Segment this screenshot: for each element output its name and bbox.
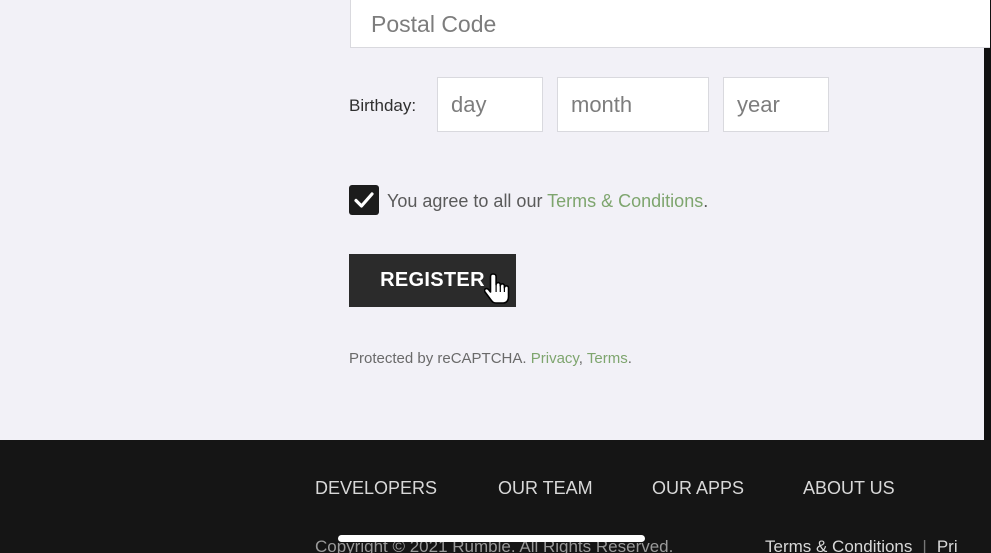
footer-link-about-us[interactable]: ABOUT US <box>803 478 895 499</box>
checkmark-icon <box>354 192 374 208</box>
footer-legal-links: Terms & Conditions | Pri <box>765 537 958 553</box>
footer-link-developers[interactable]: DEVELOPERS <box>315 478 437 499</box>
recaptcha-terms-link[interactable]: Terms <box>587 350 628 367</box>
registration-page: Birthday: You agree to all our Terms & C… <box>0 0 991 553</box>
footer-link-our-apps[interactable]: OUR APPS <box>652 478 744 499</box>
recaptcha-notice: Protected by reCAPTCHA. Privacy, Terms. <box>349 350 632 367</box>
birthday-day-input[interactable] <box>437 77 543 132</box>
home-indicator-bar[interactable] <box>338 535 645 542</box>
birthday-label: Birthday: <box>349 96 417 115</box>
terms-checkbox[interactable] <box>349 185 379 215</box>
footer-link-our-team[interactable]: OUR TEAM <box>498 478 593 499</box>
footer-separator: | <box>922 537 927 553</box>
birthday-year-input[interactable] <box>723 77 829 132</box>
recaptcha-text: Protected by reCAPTCHA. <box>349 350 531 367</box>
footer-terms-link[interactable]: Terms & Conditions <box>765 537 912 553</box>
terms-agreement-text: You agree to all our Terms & Conditions. <box>387 191 708 212</box>
postal-code-input[interactable] <box>350 0 990 48</box>
register-button[interactable]: REGISTER <box>349 254 516 307</box>
terms-agreement-suffix: . <box>703 191 709 211</box>
right-edge-strip <box>984 0 991 440</box>
footer-privacy-link[interactable]: Pri <box>937 537 958 553</box>
recaptcha-comma: , <box>578 350 587 367</box>
terms-conditions-link[interactable]: Terms & Conditions <box>547 191 703 211</box>
recaptcha-privacy-link[interactable]: Privacy <box>531 350 579 367</box>
recaptcha-period: . <box>627 350 632 367</box>
terms-agreement-prefix: You agree to all our <box>387 191 548 211</box>
birthday-month-input[interactable] <box>557 77 709 132</box>
